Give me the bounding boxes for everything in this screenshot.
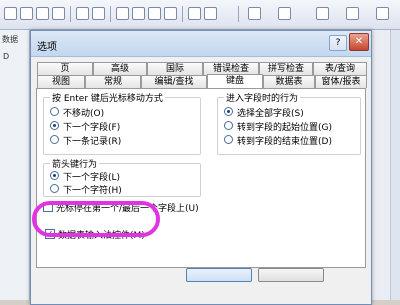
view-icon[interactable]: [248, 7, 261, 20]
background-toolbar: [0, 0, 400, 30]
arrow-key-group: 箭头键行为 下一个字段(L) 下一个字符(H): [43, 157, 201, 197]
dialog-title: 选项: [37, 42, 57, 53]
radio-dont-move[interactable]: [50, 107, 59, 116]
arrow-key-group-title: 箭头键行为: [50, 157, 100, 170]
option-label: 转到字段的结束位置(D): [237, 137, 332, 147]
option-label: 不移动(O): [63, 109, 105, 119]
help-button[interactable]: ?: [329, 35, 347, 51]
tab-tables-queries[interactable]: 表/查询: [313, 62, 367, 75]
tools-icon[interactable]: [316, 7, 329, 20]
insert-icon[interactable]: [278, 7, 291, 20]
paste-icon[interactable]: [148, 7, 161, 20]
radio-next-field[interactable]: [50, 121, 59, 130]
background-sidebar: 数据 D: [0, 30, 30, 300]
cancel-button[interactable]: [258, 268, 324, 282]
field-entry-group-title: 进入字段时的行为: [224, 91, 301, 104]
tab-row-1: 页 高级 国际 错误检查 拼写检查 表/查询: [37, 62, 367, 75]
keyboard-tab-panel: 按 Enter 键后光标移动方式 不移动(O) 下一个字段(F) 下一条记录(R…: [36, 88, 366, 268]
option-label: 下一条记录(R): [63, 137, 122, 147]
tab-edit-find[interactable]: 编辑/查找: [141, 75, 207, 88]
tab-row-2: 视图 常规 编辑/查找 键盘 数据表 窗体/报表: [37, 74, 367, 89]
titlebar: 选项 ? ✕: [31, 31, 371, 57]
copy-icon[interactable]: [132, 7, 145, 20]
save-icon[interactable]: [36, 7, 49, 20]
tab-international[interactable]: 国际: [147, 62, 203, 75]
option-label: 下一个字段(L): [63, 173, 121, 183]
radio-next-character[interactable]: [50, 184, 59, 193]
option-label: 下一个字符(H): [63, 186, 122, 196]
side-label: 数据: [2, 35, 18, 44]
scrollbar[interactable]: [390, 30, 400, 300]
field-entry-group: 进入字段时的行为 选择全部字段(S) 转到字段的起始位置(G) 转到字段的结束位…: [217, 91, 361, 155]
new-doc-icon[interactable]: [4, 7, 17, 20]
tab-general[interactable]: 常规: [85, 75, 141, 88]
toolbar-separator: [110, 6, 111, 22]
radio-go-to-start[interactable]: [224, 121, 233, 130]
side-label-2: D: [3, 52, 10, 61]
option-label: 下一个字段(F): [63, 123, 121, 133]
toolbar-separator: [238, 6, 239, 22]
tab-spelling[interactable]: 拼写检查: [259, 62, 313, 75]
tab-datasheet[interactable]: 数据表: [263, 75, 315, 88]
tab-view[interactable]: 视图: [37, 75, 85, 88]
option-label: 选择全部字段(S): [237, 109, 304, 119]
undo-icon[interactable]: [188, 7, 201, 20]
highlight-annotation-ring: [32, 201, 160, 237]
radio-next-record[interactable]: [50, 135, 59, 144]
open-folder-icon[interactable]: [20, 7, 33, 20]
enter-key-group: 按 Enter 键后光标移动方式 不移动(O) 下一个字段(F) 下一条记录(R…: [43, 91, 201, 155]
enter-key-group-title: 按 Enter 键后光标移动方式: [50, 91, 165, 104]
more-icon[interactable]: [376, 7, 389, 20]
cut-icon[interactable]: [116, 7, 129, 20]
spell-check-icon[interactable]: [92, 7, 105, 20]
toolbar-separator: [182, 6, 183, 22]
radio-go-to-end[interactable]: [224, 135, 233, 144]
redo-icon[interactable]: [204, 7, 217, 20]
close-button[interactable]: ✕: [349, 33, 369, 51]
format-painter-icon[interactable]: [164, 7, 177, 20]
tab-keyboard[interactable]: 键盘: [207, 74, 263, 89]
print-preview-icon[interactable]: [76, 7, 89, 20]
toolbar-separator: [70, 6, 71, 22]
tab-forms-reports[interactable]: 窗体/报表: [315, 75, 367, 88]
option-label: 转到字段的起始位置(G): [237, 123, 332, 133]
ok-button[interactable]: [186, 268, 252, 282]
help-icon[interactable]: [346, 7, 359, 20]
radio-next-field-arrow[interactable]: [50, 171, 59, 180]
radio-select-entire-field[interactable]: [224, 107, 233, 116]
tab-page[interactable]: 页: [37, 62, 93, 75]
print-icon[interactable]: [52, 7, 65, 20]
tab-advanced[interactable]: 高级: [93, 62, 147, 75]
